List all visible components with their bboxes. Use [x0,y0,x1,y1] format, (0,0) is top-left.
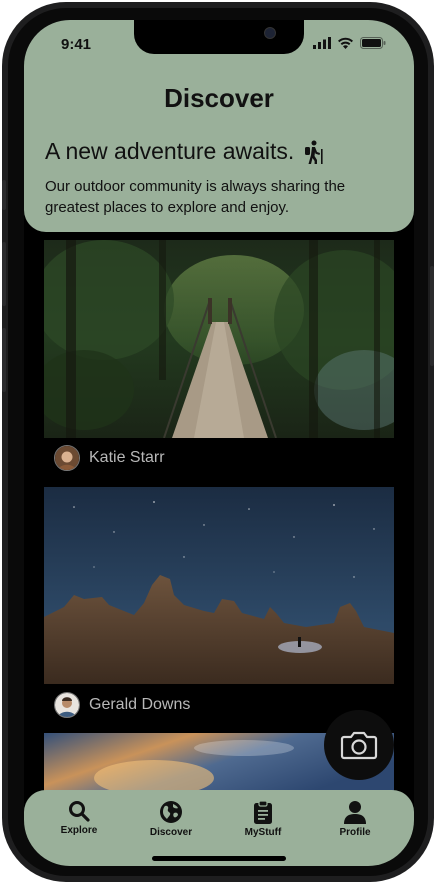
wifi-icon [338,37,353,49]
page-title: Discover [164,83,274,113]
camera-button[interactable] [324,710,394,780]
status-icons [313,37,386,49]
battery-icon [360,37,386,49]
post-photo-desert[interactable] [44,487,394,684]
status-time: 9:41 [61,36,92,53]
tab-explore[interactable]: Explore [39,800,119,836]
volume-down-button [2,328,6,392]
signal-icon [313,37,331,49]
user-icon [344,801,366,824]
mute-switch [2,180,6,210]
forest-bridge-image [44,240,394,438]
globe-icon [160,801,182,823]
headline-text: A new adventure awaits. [45,138,295,164]
search-icon [69,801,90,822]
avatar [54,692,80,718]
tab-profile[interactable]: Profile [315,800,395,838]
clipboard-icon [254,800,272,824]
desert-night-image [44,487,394,684]
headline: A new adventure awaits. [45,138,324,165]
header-panel: 9:41 Discover A new adventure awaits. Ou… [24,20,414,232]
front-camera [264,27,276,39]
author-name: Katie Starr [89,449,165,466]
intro-text: Our outdoor community is always sharing … [45,178,346,216]
tab-bar: Explore Discover MyStuff Profile [24,790,414,866]
power-button [430,266,434,366]
tab-label: MyStuff [244,827,282,838]
notch [134,20,304,54]
home-indicator[interactable] [152,856,286,861]
avatar [54,445,80,471]
app-screen: 9:41 Discover A new adventure awaits. Ou… [24,20,414,866]
hiker-icon [305,140,323,164]
post-author-1[interactable]: Katie Starr [54,445,165,471]
camera-icon [340,731,378,760]
post-photo-bridge[interactable] [44,240,394,438]
tab-label: Profile [339,827,371,838]
tab-label: Discover [149,827,193,838]
author-name: Gerald Downs [89,696,191,713]
tab-label: Explore [60,825,98,836]
volume-up-button [2,242,6,306]
tab-mystuff[interactable]: MyStuff [223,800,303,838]
tab-discover[interactable]: Discover [131,800,211,838]
post-author-2[interactable]: Gerald Downs [54,692,190,718]
